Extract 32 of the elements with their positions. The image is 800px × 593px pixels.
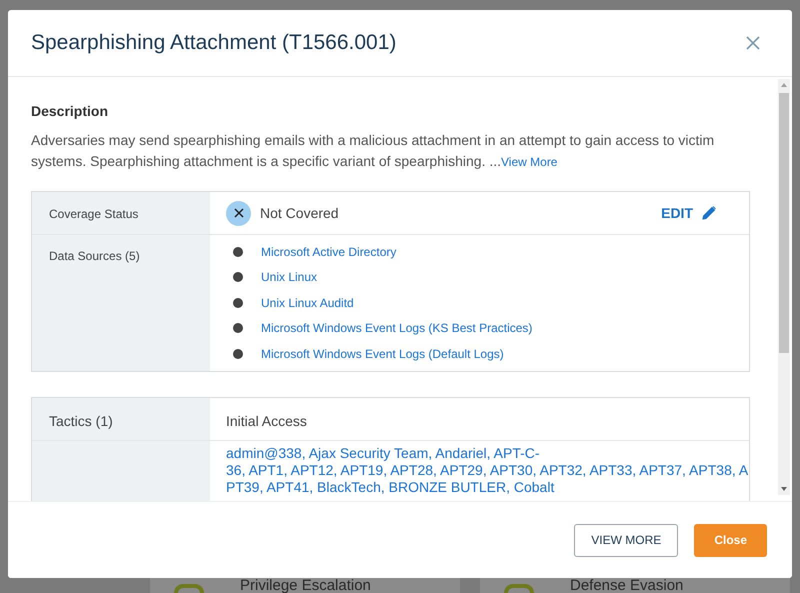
bullet-icon [233,272,243,282]
data-source-link[interactable]: Microsoft Active Directory [261,242,396,261]
group-list-line[interactable]: 36, APT1, APT12, APT19, APT28, APT29, APT30, APT32, APT33, APT37, APT38, A [226,462,749,478]
bullet-icon [233,348,243,359]
data-source-link[interactable]: Unix Linux Auditd [261,294,354,312]
row-label: Coverage Status [32,192,210,234]
close-button[interactable]: Close [694,524,767,556]
description-text: Adversaries may send spearphishing emails with a malicious attachment in an attempt to gain access to victim systems. Spearphishing attachment is a specific variant of spearphishing. ...View More [31,131,716,171]
bullet-icon [233,298,243,308]
row-label: Data Sources (5) [32,235,210,370]
status-text: Not Covered [260,204,339,222]
view-more-button[interactable]: VIEW MORE [574,524,678,556]
group-list-line[interactable]: PT39, APT41, BlackTech, BRONZE BUTLER, Cobalt [226,478,749,496]
tactic-text: Initial Access [225,412,308,430]
bullet-icon [233,246,243,257]
bullet-icon [233,323,243,334]
edit-button[interactable]: EDIT [661,202,717,224]
data-source-link[interactable]: Microsoft Windows Event Logs (KS Best Practices) [261,319,532,338]
dialog-title: Spearphishing Attachment (T1566.001) [31,30,396,56]
card-title: Privilege Escalation [240,578,371,593]
data-source-link[interactable]: Microsoft Windows Event Logs (Default Logs) [261,344,504,363]
gauge-icon [504,584,534,593]
data-source-link[interactable]: Unix Linux [261,268,318,286]
group-list-line[interactable]: admin@338, Ajax Security Team, Andariel, APT-C- [226,444,749,462]
card-title: Defense Evasion [570,578,684,593]
row-label: Tactics (1) [32,398,210,440]
gauge-icon [174,584,204,593]
section-heading: Description [31,102,110,121]
scrollbar[interactable] [778,79,790,495]
pencil-icon [701,205,717,221]
close-icon[interactable] [745,35,761,51]
view-more-link[interactable]: View More [501,155,558,169]
